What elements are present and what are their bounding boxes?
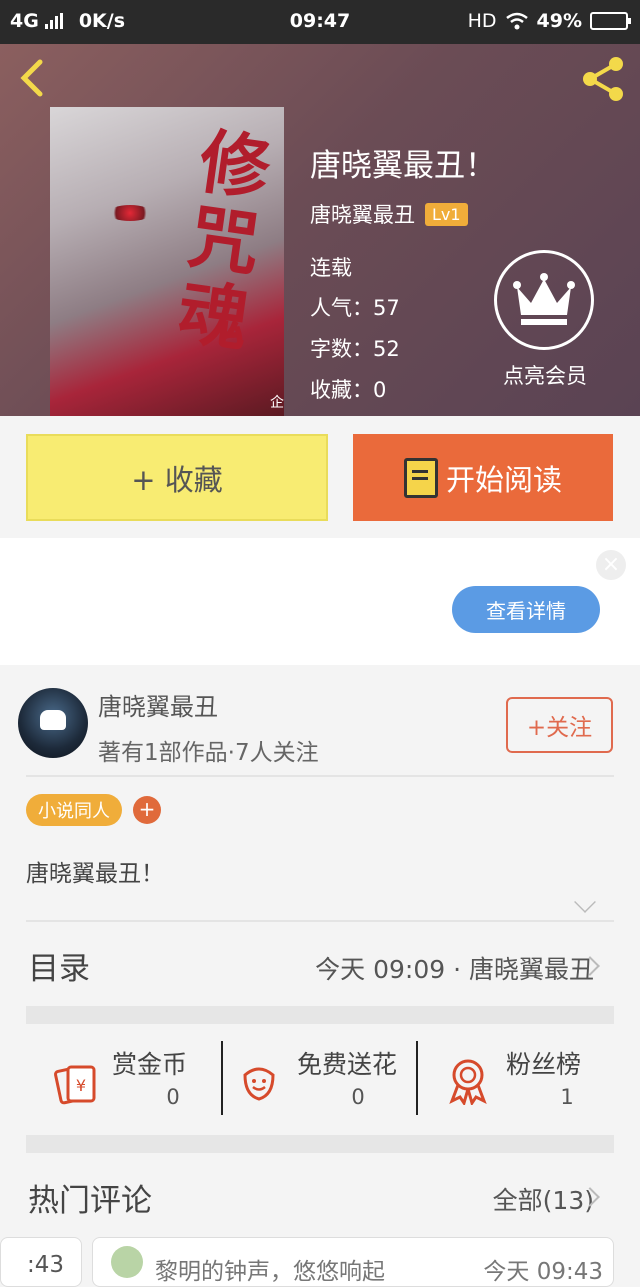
fan-ranking-label: 粉丝榜 xyxy=(506,1050,582,1079)
author-name[interactable]: 唐晓翼最丑 xyxy=(98,687,218,722)
divider xyxy=(221,1041,223,1115)
book-favorite-count: 收藏：0 xyxy=(310,378,387,402)
reward-coin-label: 赏金币 xyxy=(112,1050,188,1079)
toc-label[interactable]: 目录 xyxy=(28,943,90,988)
battery-icon xyxy=(590,12,631,30)
reward-coin-value: 0 xyxy=(166,1085,180,1109)
vip-label[interactable]: 点亮会员 xyxy=(490,360,600,390)
commenter-avatar xyxy=(111,1246,143,1278)
book-popularity: 人气：57 xyxy=(310,296,400,320)
start-reading-button[interactable]: 开始阅读 xyxy=(353,434,613,521)
close-icon[interactable]: × xyxy=(596,550,626,580)
author-section: 唐晓翼最丑 著有1部作品·7人关注 +关注 小说同人 + 唐晓翼最丑！ 目录 今… xyxy=(0,665,640,1287)
comment-text: 黎明的钟声，悠悠响起 xyxy=(155,1259,385,1285)
share-icon[interactable] xyxy=(578,54,628,104)
avatar[interactable] xyxy=(18,688,88,758)
divider xyxy=(416,1041,418,1115)
battery-percent: 49% xyxy=(536,10,582,32)
add-tag-button[interactable]: + xyxy=(133,796,161,824)
ad-banner: × 查看详情 xyxy=(0,538,640,665)
chevron-down-icon[interactable] xyxy=(574,891,596,913)
book-description: 唐晓翼最丑！ xyxy=(26,861,164,887)
hot-comments-title: 热门评论 xyxy=(28,1183,152,1219)
cover-watermark: 企 xyxy=(270,395,284,411)
genre-tag[interactable]: 小说同人 xyxy=(26,794,122,826)
send-flower-label: 免费送花 xyxy=(297,1050,398,1079)
cover-title-art: 修 咒 魂 xyxy=(173,119,276,362)
start-reading-label: 开始阅读 xyxy=(445,462,562,497)
book-status: 连载 xyxy=(310,256,352,280)
hd-indicator: HD xyxy=(467,10,497,32)
reward-coin-stat[interactable]: ¥ 赏金币 0 xyxy=(50,1045,236,1115)
book-header: 修 咒 魂 企 唐晓翼最丑！ 唐晓翼最丑 Lv1 连载 人气：57 字数：52 … xyxy=(0,44,640,416)
send-flower-stat[interactable]: 免费送花 0 xyxy=(235,1045,421,1115)
book-author-row: 唐晓翼最丑 Lv1 xyxy=(310,199,468,229)
fan-ranking-value: 1 xyxy=(560,1085,574,1109)
book-title: 唐晓翼最丑！ xyxy=(310,148,496,184)
comment-time: 今天 09:43 xyxy=(483,1259,603,1285)
send-flower-value: 0 xyxy=(351,1085,365,1109)
fan-ranking-stat[interactable]: 粉丝榜 1 xyxy=(444,1045,630,1115)
follow-button[interactable]: +关注 xyxy=(506,697,613,753)
toc-latest-update[interactable]: 今天 09:09 · 唐晓翼最丑 xyxy=(315,950,594,986)
action-bar: + 收藏 开始阅读 xyxy=(0,416,640,538)
section-divider xyxy=(26,1135,614,1153)
all-comments-link[interactable]: 全部(13) xyxy=(493,1181,594,1217)
wifi-icon xyxy=(505,12,528,30)
add-favorite-button[interactable]: + 收藏 xyxy=(26,434,328,521)
view-details-button[interactable]: 查看详情 xyxy=(452,586,600,633)
book-cover[interactable]: 修 咒 魂 企 xyxy=(50,107,284,416)
status-bar: 4G 0K/s 09:47 HD 49% xyxy=(0,0,640,44)
level-badge: Lv1 xyxy=(425,202,468,226)
cover-art-eye xyxy=(108,205,152,221)
divider xyxy=(26,920,614,922)
book-word-count: 字数：52 xyxy=(310,337,400,361)
vip-crown-button[interactable] xyxy=(494,250,594,350)
book-author-name[interactable]: 唐晓翼最丑 xyxy=(310,199,415,229)
section-divider xyxy=(26,1006,614,1024)
divider xyxy=(26,775,614,777)
author-stats: 著有1部作品·7人关注 xyxy=(98,740,319,766)
back-icon[interactable] xyxy=(16,58,56,98)
status-right: HD 49% xyxy=(467,10,631,32)
book-icon xyxy=(403,457,438,498)
crown-icon xyxy=(513,273,575,325)
